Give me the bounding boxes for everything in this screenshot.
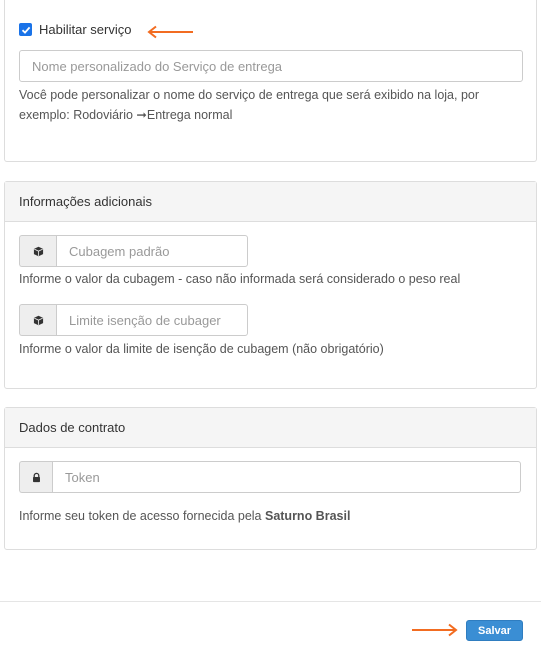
cubage-input-group xyxy=(19,235,248,267)
footer-divider xyxy=(0,601,541,602)
token-help-brand: Saturno Brasil xyxy=(264,509,351,523)
cubage-help: Informe o valor da cubagem - caso não in… xyxy=(19,272,461,286)
service-panel: Habilitar serviço Você pode personalizar… xyxy=(4,0,537,162)
enable-service-row[interactable]: Habilitar serviço xyxy=(19,22,131,37)
cube-icon xyxy=(19,304,56,336)
exemption-input[interactable] xyxy=(56,304,248,336)
additional-info-panel: Informações adicionais Informe o valor d… xyxy=(4,181,537,389)
exemption-input-group xyxy=(19,304,248,336)
check-icon xyxy=(21,26,30,34)
service-name-help-line2: exemplo: Rodoviário ➞Entrega normal xyxy=(19,108,233,122)
service-name-help: Você pode personalizar o nome do serviço… xyxy=(19,85,479,125)
cube-icon xyxy=(19,235,56,267)
enable-service-label[interactable]: Habilitar serviço xyxy=(39,22,131,37)
service-name-input[interactable] xyxy=(19,50,523,82)
token-help-text: Informe seu token de acesso fornecida pe… xyxy=(19,509,265,523)
token-input[interactable] xyxy=(52,461,521,493)
token-input-group xyxy=(19,461,521,493)
enable-service-checkbox[interactable] xyxy=(19,23,32,36)
save-button[interactable]: Salvar xyxy=(466,620,523,641)
exemption-help: Informe o valor da limite de isenção de … xyxy=(19,342,384,356)
service-name-help-line1: Você pode personalizar o nome do serviço… xyxy=(19,88,480,102)
token-help: Informe seu token de acesso fornecida pe… xyxy=(19,506,350,526)
additional-info-title: Informações adicionais xyxy=(5,182,536,222)
left-arrow-icon xyxy=(147,25,193,39)
cubage-input[interactable] xyxy=(56,235,248,267)
lock-icon xyxy=(19,461,52,493)
contract-title: Dados de contrato xyxy=(5,408,536,448)
contract-panel: Dados de contrato Informe seu token de a… xyxy=(4,407,537,550)
right-arrow-icon xyxy=(412,623,458,637)
